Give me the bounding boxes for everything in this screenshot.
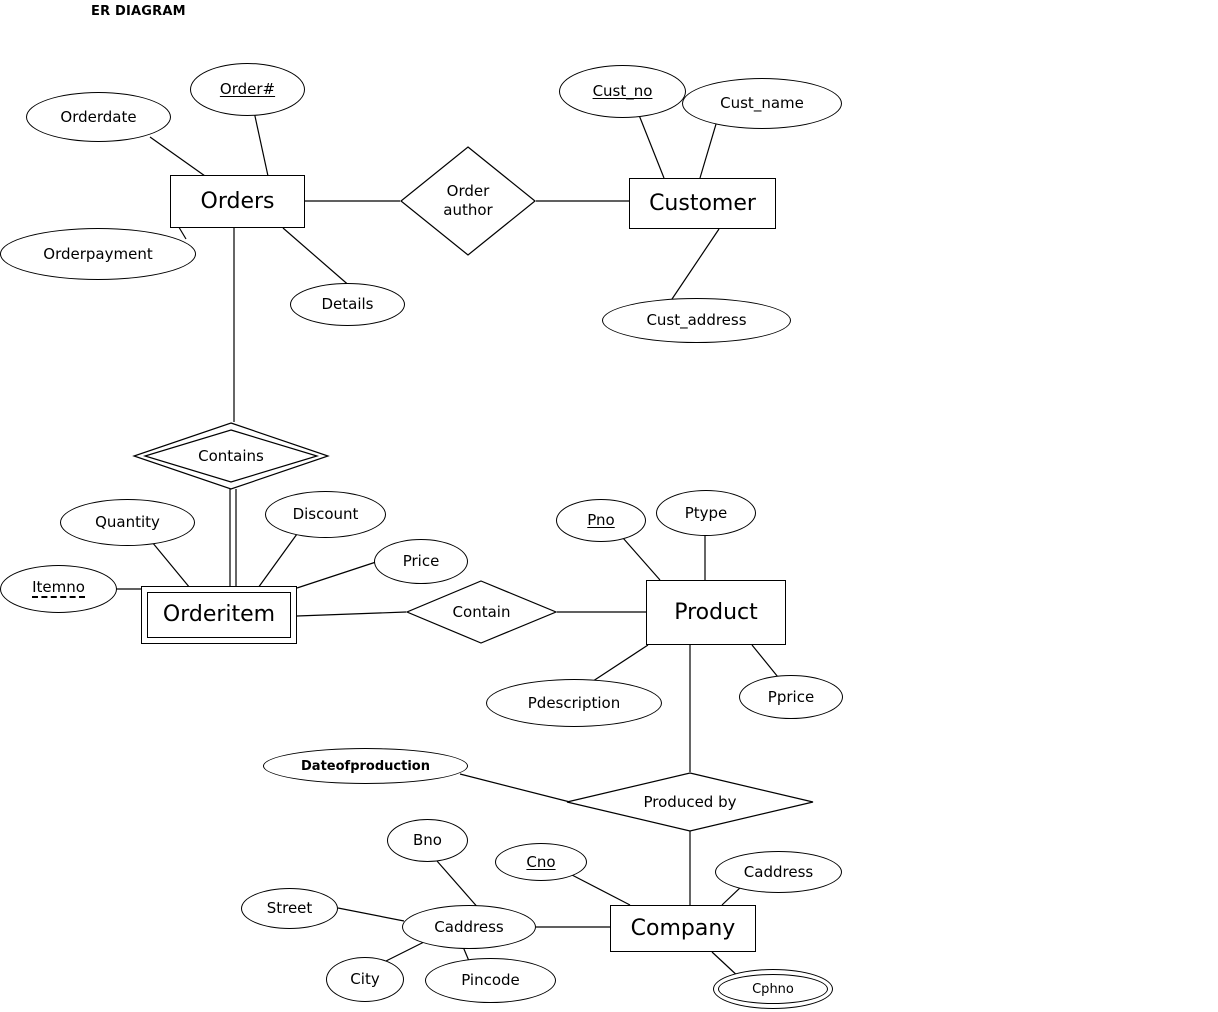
attribute-price[interactable]: Price	[374, 539, 468, 584]
attribute-itemno-label: Itemno	[32, 578, 85, 598]
attribute-cust-no-label: Cust_no	[592, 82, 653, 100]
attribute-cno[interactable]: Cno	[495, 843, 587, 881]
entity-orderitem-label: Orderitem	[162, 602, 276, 627]
entity-orderitem-inner: Orderitem	[147, 592, 291, 638]
attribute-caddress-company[interactable]: Caddress	[715, 851, 842, 893]
attribute-orderdate[interactable]: Orderdate	[26, 92, 171, 142]
attribute-ptype[interactable]: Ptype	[656, 490, 756, 536]
node-layer: Orders Customer Orderitem Product Compan…	[0, 0, 1218, 1012]
attribute-orderpayment-label: Orderpayment	[43, 244, 153, 263]
entity-product[interactable]: Product	[646, 580, 786, 645]
attribute-city[interactable]: City	[326, 957, 404, 1002]
attribute-details-label: Details	[321, 295, 374, 313]
attribute-dateofproduction[interactable]: Dateofproduction	[263, 748, 468, 784]
attribute-cphno-inner: Cphno	[718, 974, 828, 1004]
attribute-pdescription-label: Pdescription	[527, 693, 621, 712]
relationship-order-author-label: Order author	[400, 146, 536, 256]
attribute-cust-name[interactable]: Cust_name	[682, 78, 842, 129]
attribute-pprice-label: Pprice	[767, 687, 815, 706]
attribute-dateofproduction-label: Dateofproduction	[301, 758, 430, 774]
attribute-quantity-label: Quantity	[95, 513, 160, 531]
attribute-bno[interactable]: Bno	[387, 819, 468, 862]
attribute-itemno[interactable]: Itemno	[0, 565, 117, 613]
relationship-order-author-line1: Order	[446, 182, 490, 201]
attribute-bno-label: Bno	[413, 831, 442, 849]
attribute-discount-label: Discount	[292, 505, 359, 523]
attribute-orderdate-label: Orderdate	[60, 107, 137, 126]
attribute-cust-no[interactable]: Cust_no	[559, 65, 686, 118]
relationship-contains-label: Contains	[133, 422, 329, 490]
attribute-caddress-composite-label: Caddress	[434, 917, 504, 936]
attribute-discount[interactable]: Discount	[265, 491, 386, 538]
relationship-order-author[interactable]: Order author	[400, 146, 536, 256]
attribute-caddress-composite[interactable]: Caddress	[402, 905, 536, 949]
entity-customer[interactable]: Customer	[629, 178, 776, 229]
relationship-contain[interactable]: Contain	[405, 580, 558, 644]
attribute-cphno-label: Cphno	[752, 981, 794, 997]
relationship-produced-by-line1: Produced by	[643, 792, 737, 811]
entity-company-label: Company	[630, 915, 736, 941]
entity-orderitem[interactable]: Orderitem	[141, 586, 297, 644]
attribute-street[interactable]: Street	[241, 888, 338, 929]
attribute-caddress-company-label: Caddress	[743, 862, 814, 881]
relationship-produced-by-label: Produced by	[566, 772, 814, 832]
attribute-ptype-label: Ptype	[684, 503, 728, 522]
attribute-pno-label: Pno	[587, 511, 615, 529]
attribute-city-label: City	[350, 970, 380, 988]
attribute-cno-label: Cno	[526, 852, 556, 871]
entity-company[interactable]: Company	[610, 905, 756, 952]
attribute-cust-address-label: Cust_address	[646, 311, 747, 329]
attribute-orderpayment[interactable]: Orderpayment	[0, 228, 196, 280]
attribute-cust-name-label: Cust_name	[720, 94, 804, 112]
attribute-pprice[interactable]: Pprice	[739, 675, 843, 719]
entity-orders-label: Orders	[200, 188, 275, 214]
attribute-order-num[interactable]: Order#	[190, 63, 305, 116]
relationship-produced-by[interactable]: Produced by	[566, 772, 814, 832]
attribute-pdescription[interactable]: Pdescription	[486, 679, 662, 727]
attribute-pno[interactable]: Pno	[556, 499, 646, 542]
entity-product-label: Product	[674, 599, 758, 625]
relationship-order-author-line2: author	[443, 201, 493, 219]
relationship-contain-line1: Contain	[452, 602, 511, 621]
entity-customer-label: Customer	[649, 190, 756, 216]
attribute-cust-address[interactable]: Cust_address	[602, 298, 791, 343]
attribute-pincode[interactable]: Pincode	[425, 958, 556, 1003]
attribute-details[interactable]: Details	[290, 283, 405, 326]
attribute-street-label: Street	[266, 899, 313, 917]
attribute-cphno[interactable]: Cphno	[713, 969, 833, 1009]
relationship-contain-label: Contain	[406, 580, 557, 644]
relationship-contains[interactable]: Contains	[132, 422, 330, 490]
relationship-contains-line1: Contains	[198, 446, 264, 465]
attribute-pincode-label: Pincode	[461, 971, 520, 989]
attribute-order-num-label: Order#	[219, 80, 276, 98]
attribute-quantity[interactable]: Quantity	[60, 499, 195, 546]
entity-orders[interactable]: Orders	[170, 175, 305, 228]
attribute-price-label: Price	[402, 552, 440, 570]
er-diagram-canvas: ER DIAGRAM Orders Customer Orderitem Pro…	[0, 0, 1218, 1012]
